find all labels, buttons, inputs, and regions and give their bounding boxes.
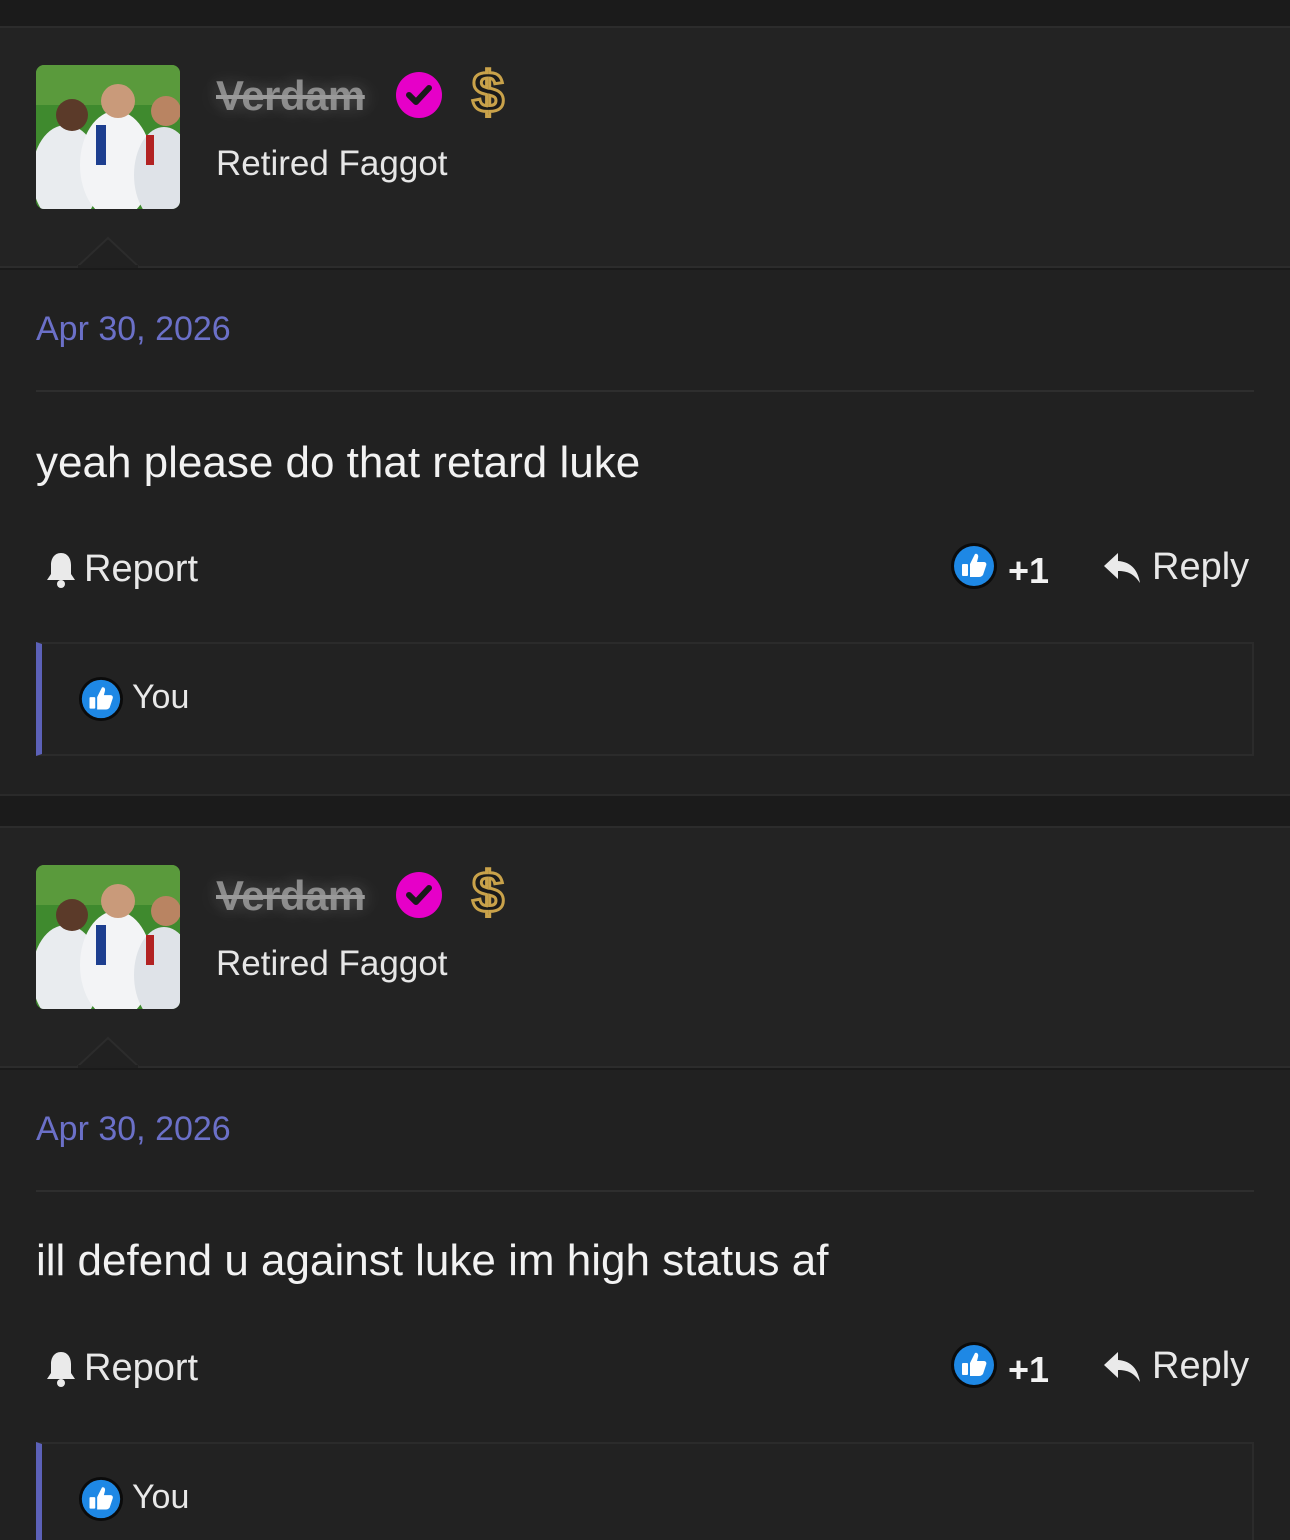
like-icon[interactable] bbox=[950, 542, 998, 590]
reply-button[interactable]: Reply bbox=[1102, 546, 1249, 589]
header-pointer bbox=[76, 236, 140, 268]
username[interactable]: Verdam bbox=[216, 872, 365, 920]
post-body: Apr 30, 2026 ill defend u against luke i… bbox=[0, 1070, 1290, 1540]
username[interactable]: Verdam bbox=[216, 72, 365, 120]
header-pointer bbox=[76, 1036, 140, 1068]
verified-check-icon bbox=[396, 72, 442, 118]
reply-label: Reply bbox=[1152, 546, 1250, 588]
user-title: Retired Faggot bbox=[216, 144, 448, 183]
message-text: ill defend u against luke im high status… bbox=[36, 1236, 829, 1285]
like-count[interactable]: +1 bbox=[1008, 550, 1049, 592]
reply-arrow-icon bbox=[1104, 552, 1140, 583]
avatar[interactable] bbox=[36, 65, 180, 209]
likes-summary[interactable]: You bbox=[36, 642, 1254, 756]
bell-icon bbox=[47, 1352, 75, 1387]
liked-by-text: You bbox=[132, 1478, 190, 1516]
svg-text:$: $ bbox=[472, 62, 504, 122]
report-button[interactable]: Report bbox=[44, 544, 198, 594]
likes-summary[interactable]: You bbox=[36, 1442, 1254, 1540]
post-body: Apr 30, 2026 yeah please do that retard … bbox=[0, 270, 1290, 794]
like-icon bbox=[78, 1476, 124, 1522]
avatar[interactable] bbox=[36, 865, 180, 1009]
user-title: Retired Faggot bbox=[216, 944, 448, 983]
report-button[interactable]: Report bbox=[44, 1343, 198, 1393]
dollar-icon: $ bbox=[470, 862, 505, 922]
post-separator bbox=[0, 794, 1290, 828]
post-header: Verdam $ Retired Faggot bbox=[0, 826, 1290, 1068]
post-date[interactable]: Apr 30, 2026 bbox=[36, 310, 231, 349]
verified-check-icon bbox=[396, 872, 442, 918]
divider bbox=[36, 1190, 1254, 1192]
dollar-icon: $ bbox=[470, 62, 505, 122]
post-header: Verdam $ Retired Faggot bbox=[0, 26, 1290, 268]
svg-text:$: $ bbox=[472, 862, 504, 922]
liked-by-text: You bbox=[132, 678, 190, 716]
like-icon bbox=[78, 676, 124, 722]
post-date[interactable]: Apr 30, 2026 bbox=[36, 1110, 231, 1149]
reply-label: Reply bbox=[1152, 1345, 1250, 1387]
top-bar bbox=[0, 0, 1290, 26]
message-text: yeah please do that retard luke bbox=[36, 438, 641, 487]
like-count[interactable]: +1 bbox=[1008, 1349, 1049, 1391]
report-label: Report bbox=[84, 1346, 199, 1389]
reply-arrow-icon bbox=[1104, 1351, 1140, 1382]
divider bbox=[36, 390, 1254, 392]
report-label: Report bbox=[84, 547, 199, 590]
reply-button[interactable]: Reply bbox=[1102, 1345, 1249, 1388]
bell-icon bbox=[47, 553, 75, 588]
like-icon[interactable] bbox=[950, 1341, 998, 1389]
